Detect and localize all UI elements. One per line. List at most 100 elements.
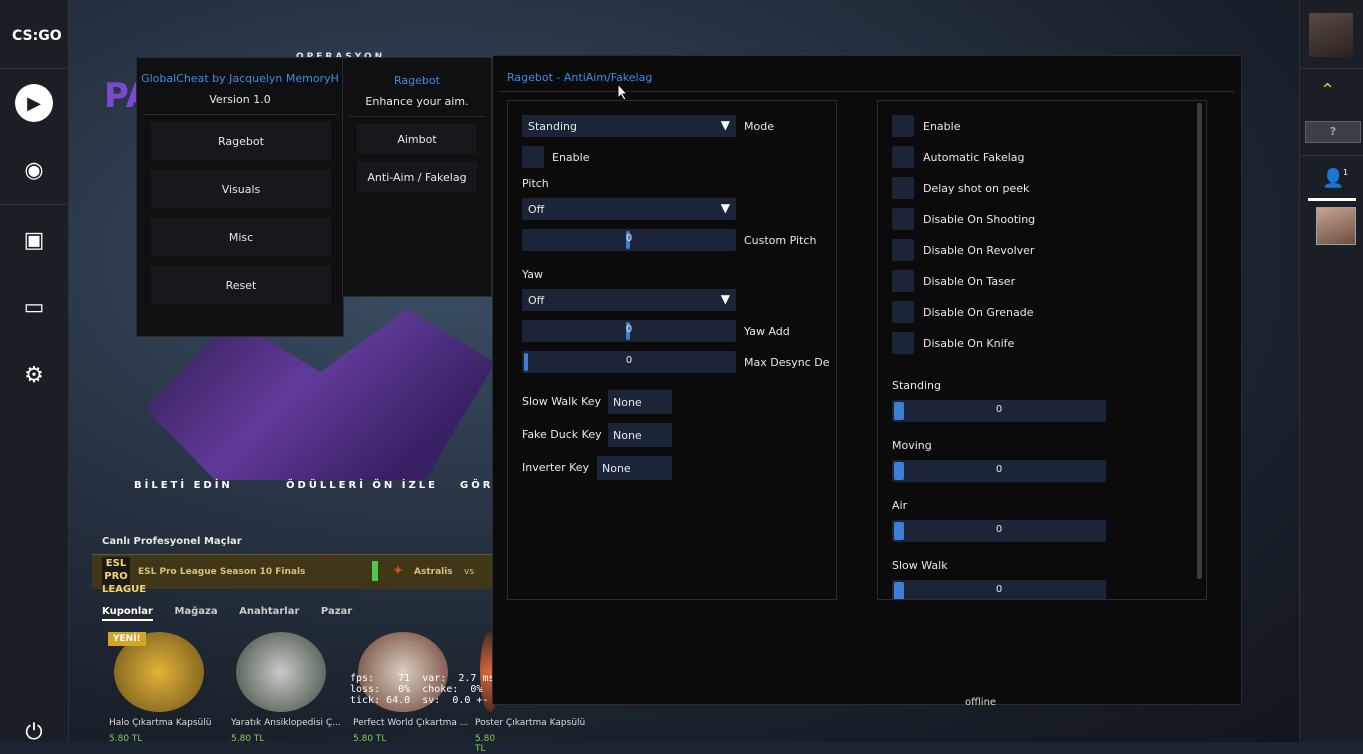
ragebot-submenu-subtitle: Enhance your aim. bbox=[365, 95, 469, 108]
settings-icon[interactable]: ⚙ bbox=[14, 355, 54, 395]
friends-count: 1 bbox=[1343, 168, 1349, 177]
item-price: 5.80 TL bbox=[231, 734, 265, 744]
disable-knife-checkbox[interactable] bbox=[892, 332, 914, 354]
checkbox-label: Disable On Revolver bbox=[923, 244, 1035, 257]
mode-value: Standing bbox=[528, 119, 578, 133]
match-banner[interactable]: ESL PRO LEAGUE ESL Pro League Season 10 … bbox=[92, 554, 492, 595]
dropdown-arrow-icon: ▼ bbox=[720, 292, 730, 306]
item-price: 5.80 TL bbox=[475, 734, 496, 754]
enable-label: Enable bbox=[552, 151, 590, 164]
netgraph-line: fps: 71 var: 2.7 ms bbox=[350, 673, 495, 684]
csgo-logo[interactable]: CS:GO bbox=[12, 28, 62, 44]
custom-pitch-label: Custom Pitch bbox=[744, 234, 817, 247]
delay-shot-checkbox[interactable] bbox=[892, 177, 914, 199]
help-button[interactable]: ? bbox=[1305, 121, 1361, 143]
item-name: Yaratık Ansiklopedisi Ç... bbox=[231, 718, 341, 728]
enable-checkbox[interactable] bbox=[522, 146, 544, 168]
window-title: Ragebot - AntiAim/Fakelag bbox=[507, 71, 653, 84]
mode-dropdown[interactable]: Standing ▼ bbox=[522, 115, 736, 137]
slow-walk-label: Slow Walk Key bbox=[522, 395, 602, 408]
standing-slider[interactable]: 0 bbox=[892, 400, 1106, 422]
disable-shooting-checkbox[interactable] bbox=[892, 208, 914, 230]
item-name: Halo Çıkartma Kapsülü bbox=[109, 718, 212, 728]
aimbot-button[interactable]: Aimbot bbox=[357, 124, 477, 154]
fake-duck-key[interactable]: None bbox=[608, 423, 672, 447]
ragebot-submenu-title: Ragebot bbox=[394, 74, 440, 87]
get-ticket-link[interactable]: BİLETİ EDİN bbox=[134, 480, 233, 491]
ragebot-submenu-panel: Ragebot Enhance your aim. Aimbot Anti-Ai… bbox=[342, 57, 492, 297]
tab-coupons[interactable]: Kuponlar bbox=[102, 606, 153, 621]
fakelag-group: Enable Automatic Fakelag Delay shot on p… bbox=[877, 100, 1207, 600]
anti-aim-group: Standing ▼ Mode Enable Pitch Off ▼ 0 Cus… bbox=[507, 100, 837, 600]
slow-walk-slider[interactable]: 0 bbox=[892, 580, 1106, 599]
match-team: Astralis bbox=[414, 567, 453, 577]
play-icon[interactable]: ▶ bbox=[14, 83, 54, 123]
tab-keys[interactable]: Anahtarlar bbox=[239, 606, 299, 617]
match-vs: vs bbox=[464, 567, 475, 577]
disable-grenade-checkbox[interactable] bbox=[892, 301, 914, 323]
max-desync-value: 0 bbox=[625, 355, 633, 366]
fake-duck-label: Fake Duck Key bbox=[522, 428, 602, 441]
view-link[interactable]: GÖR bbox=[460, 480, 493, 491]
power-icon[interactable]: ⏻ bbox=[14, 712, 54, 752]
max-desync-slider[interactable]: 0 bbox=[522, 351, 736, 373]
yaw-add-slider[interactable]: 0 bbox=[522, 320, 736, 342]
moving-label: Moving bbox=[892, 439, 932, 452]
anti-aim-fakelag-button[interactable]: Anti-Aim / Fakelag bbox=[357, 162, 477, 192]
yaw-add-value: 0 bbox=[625, 324, 633, 335]
inventory-icon[interactable]: ▣ bbox=[14, 220, 54, 260]
left-nav: CS:GO ▶ ◉ ▣ ▭ ⚙ ⏻ bbox=[0, 0, 69, 745]
air-value: 0 bbox=[995, 524, 1003, 535]
pitch-dropdown[interactable]: Off ▼ bbox=[522, 198, 736, 220]
slow-walk-slider-label: Slow Walk bbox=[892, 559, 948, 572]
dropdown-arrow-icon: ▼ bbox=[720, 201, 730, 215]
tab-store[interactable]: Mağaza bbox=[174, 606, 217, 617]
scrollbar[interactable] bbox=[1197, 103, 1202, 579]
reset-button[interactable]: Reset bbox=[151, 266, 331, 304]
preview-rewards-link[interactable]: ÖDÜLLERİ ÖN İZLE bbox=[286, 480, 438, 491]
max-desync-label: Max Desync Del bbox=[744, 356, 830, 369]
broadcast-icon[interactable]: ◉ bbox=[14, 150, 54, 190]
moving-value: 0 bbox=[995, 464, 1003, 475]
cheat-menu-version: Version 1.0 bbox=[209, 93, 271, 106]
standing-label: Standing bbox=[892, 379, 942, 392]
store-section: Canlı Profesyonel Maçlar ESL PRO LEAGUE … bbox=[92, 532, 585, 754]
checkbox-label: Enable bbox=[923, 120, 961, 133]
checkbox-label: Disable On Shooting bbox=[923, 213, 1036, 226]
automatic-fakelag-checkbox[interactable] bbox=[892, 146, 914, 168]
inverter-key[interactable]: None bbox=[597, 456, 672, 480]
friends-icon[interactable]: 👤 bbox=[1322, 168, 1344, 189]
cheat-menu-panel: GlobalCheat by Jacquelyn MemoryH Version… bbox=[136, 57, 344, 337]
standing-value: 0 bbox=[995, 404, 1003, 415]
live-matches-title: Canlı Profesyonel Maçlar bbox=[102, 536, 242, 547]
chevron-up-icon[interactable]: ⌃ bbox=[1320, 80, 1335, 101]
visuals-button[interactable]: Visuals bbox=[151, 170, 331, 208]
custom-pitch-value: 0 bbox=[625, 233, 633, 244]
yaw-add-label: Yaw Add bbox=[744, 325, 790, 338]
ragebot-button[interactable]: Ragebot bbox=[151, 122, 331, 160]
misc-button[interactable]: Misc bbox=[151, 218, 331, 256]
tab-market[interactable]: Pazar bbox=[321, 606, 352, 617]
fakelag-enable-checkbox[interactable] bbox=[892, 115, 914, 137]
bestiary-capsule-image[interactable] bbox=[236, 632, 326, 712]
air-slider[interactable]: 0 bbox=[892, 520, 1106, 542]
dropdown-arrow-icon: ▼ bbox=[720, 118, 730, 132]
inverter-label: Inverter Key bbox=[522, 461, 590, 474]
avatar[interactable] bbox=[1309, 13, 1353, 57]
checkbox-label: Delay shot on peek bbox=[923, 182, 1030, 195]
disable-revolver-checkbox[interactable] bbox=[892, 239, 914, 261]
mode-label: Mode bbox=[744, 120, 774, 133]
disable-taser-checkbox[interactable] bbox=[892, 270, 914, 292]
friend-avatar[interactable] bbox=[1316, 207, 1356, 245]
yaw-value: Off bbox=[528, 293, 545, 307]
slow-walk-key[interactable]: None bbox=[608, 390, 672, 414]
tv-icon[interactable]: ▭ bbox=[14, 287, 54, 327]
moving-slider[interactable]: 0 bbox=[892, 460, 1106, 482]
item-name: Perfect World Çıkartma ... bbox=[353, 718, 469, 728]
checkbox-label: Disable On Grenade bbox=[923, 306, 1034, 319]
offline-status: offline bbox=[965, 697, 997, 708]
checkbox-label: Disable On Knife bbox=[923, 337, 1015, 350]
yaw-dropdown[interactable]: Off ▼ bbox=[522, 289, 736, 311]
custom-pitch-slider[interactable]: 0 bbox=[522, 229, 736, 251]
item-price: 5.80 TL bbox=[109, 734, 143, 744]
